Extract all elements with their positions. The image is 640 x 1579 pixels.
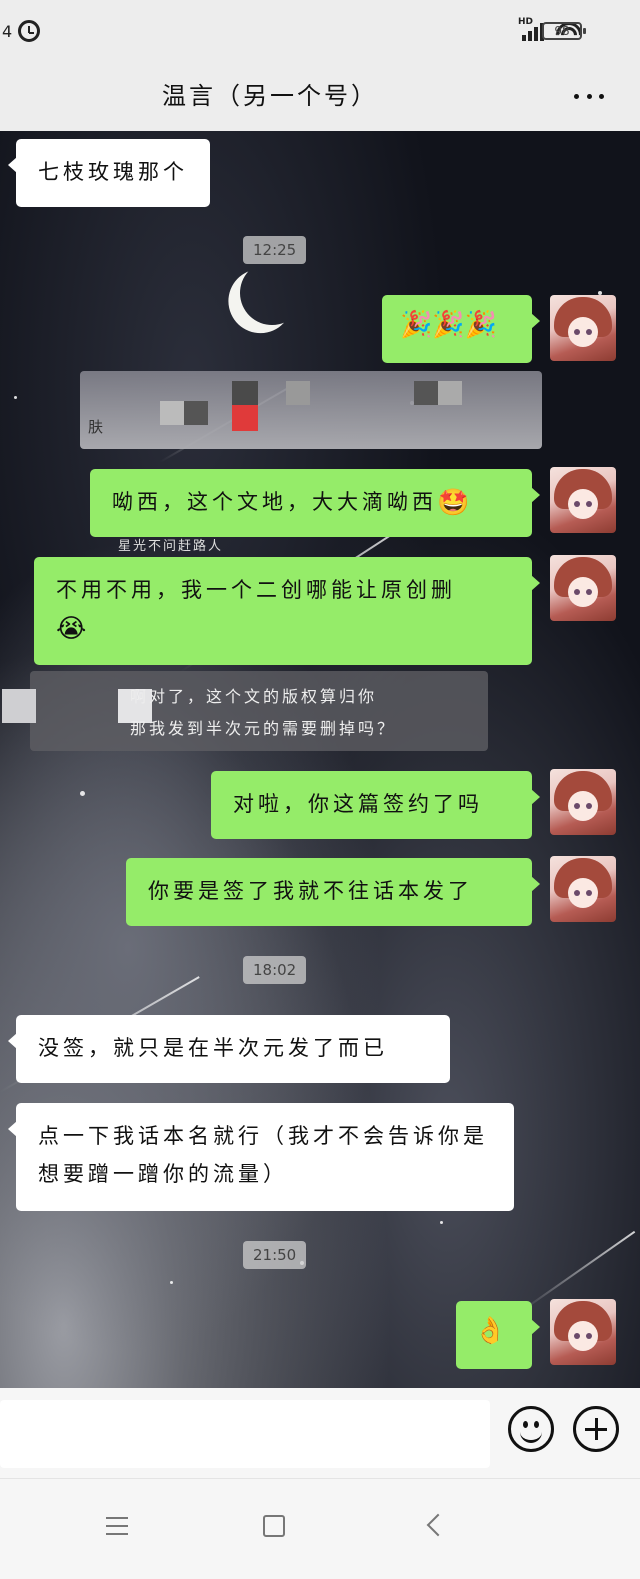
message-text: 呦西，这个文地，大大滴呦西 [112, 490, 437, 514]
message-text: 没签，就只是在半次元发了而已 [38, 1036, 388, 1060]
party-popper-emoji: 🎉🎉🎉 [400, 310, 498, 340]
message-text: 七枝玫瑰那个 [38, 160, 188, 184]
timestamp: 21:50 [243, 1241, 307, 1269]
back-chevron-icon[interactable] [426, 1513, 450, 1537]
menu-icon[interactable] [106, 1517, 128, 1535]
message-bubble-sent[interactable]: 呦西，这个文地，大大滴呦西🤩 [90, 469, 540, 537]
message-text: 不用不用，我一个二创哪能让原创删 [56, 578, 456, 602]
signal-icon: HD [518, 17, 544, 41]
message-input[interactable] [0, 1400, 490, 1468]
message-bubble-sent[interactable]: 你要是签了我就不往话本发了 [126, 858, 540, 926]
system-nav-bar [0, 1478, 640, 1579]
chat-title: 温言（另一个号） [162, 82, 378, 110]
star [440, 1221, 443, 1224]
avatar[interactable] [550, 856, 616, 922]
obscured-message-card: 啊对了，这个文的版权算归你 那我发到半次元的需要删掉吗？ [2, 671, 488, 751]
star-eyes-emoji: 🤩 [437, 488, 470, 518]
message-bubble-received[interactable]: 点一下我话本名就行（我才不会告诉你是想要蹭一蹭你的流量） [8, 1103, 514, 1211]
message-bubble-sent[interactable]: 🎉🎉🎉 [382, 295, 540, 363]
smiley-icon[interactable] [508, 1406, 554, 1452]
network-label: HD [518, 17, 534, 27]
alarm-clock-icon [18, 20, 41, 42]
message-text: 你要是签了我就不往话本发了 [148, 879, 473, 903]
avatar[interactable] [550, 467, 616, 533]
message-bubble-sent[interactable]: 对啦，你这篇签约了吗 [211, 771, 540, 839]
obscured-line-2: 那我发到半次元的需要删掉吗？ [130, 719, 397, 738]
status-left-text: 4 [2, 21, 13, 41]
moon-decoration [235, 256, 309, 330]
obscured-message: 肤 [80, 371, 542, 449]
timestamp: 12:25 [243, 236, 307, 264]
crying-emoji: 😭 [56, 614, 87, 644]
battery-icon: 98 [542, 22, 586, 40]
obscured-text: 肤 [88, 418, 104, 436]
message-bubble-sent[interactable]: 👌 [456, 1301, 540, 1369]
input-bar [0, 1388, 640, 1478]
home-square-icon[interactable] [263, 1515, 285, 1537]
avatar[interactable] [550, 769, 616, 835]
avatar[interactable] [550, 1299, 616, 1365]
star [170, 1281, 173, 1284]
timestamp: 18:02 [243, 956, 307, 984]
more-dots-icon[interactable] [574, 94, 604, 100]
chat-area[interactable]: 星光不问赶路人 七枝玫瑰那个 12:25 🎉🎉🎉 肤 呦西，这个文地，大大滴呦西… [0, 131, 640, 1388]
star [14, 396, 17, 399]
ok-hand-emoji: 👌 [474, 1316, 507, 1346]
avatar[interactable] [550, 555, 616, 621]
message-bubble-received[interactable]: 没签，就只是在半次元发了而已 [8, 1015, 450, 1083]
message-bubble-sent[interactable]: 不用不用，我一个二创哪能让原创删 😭 [34, 557, 540, 665]
background-text: 星光不问赶路人 [118, 539, 224, 554]
chat-header: 温言（另一个号） [0, 62, 640, 131]
plus-circle-icon[interactable] [573, 1406, 619, 1452]
message-text: 对啦，你这篇签约了吗 [233, 792, 483, 816]
message-bubble-received[interactable]: 七枝玫瑰那个 [8, 139, 210, 207]
star [80, 791, 85, 796]
status-bar: 4 HD 98 [0, 0, 640, 62]
obscured-line-1: 啊对了，这个文的版权算归你 [130, 687, 378, 706]
avatar[interactable] [550, 295, 616, 361]
status-left: 4 [2, 20, 41, 42]
message-text: 点一下我话本名就行（我才不会告诉你是想要蹭一蹭你的流量） [38, 1124, 488, 1186]
